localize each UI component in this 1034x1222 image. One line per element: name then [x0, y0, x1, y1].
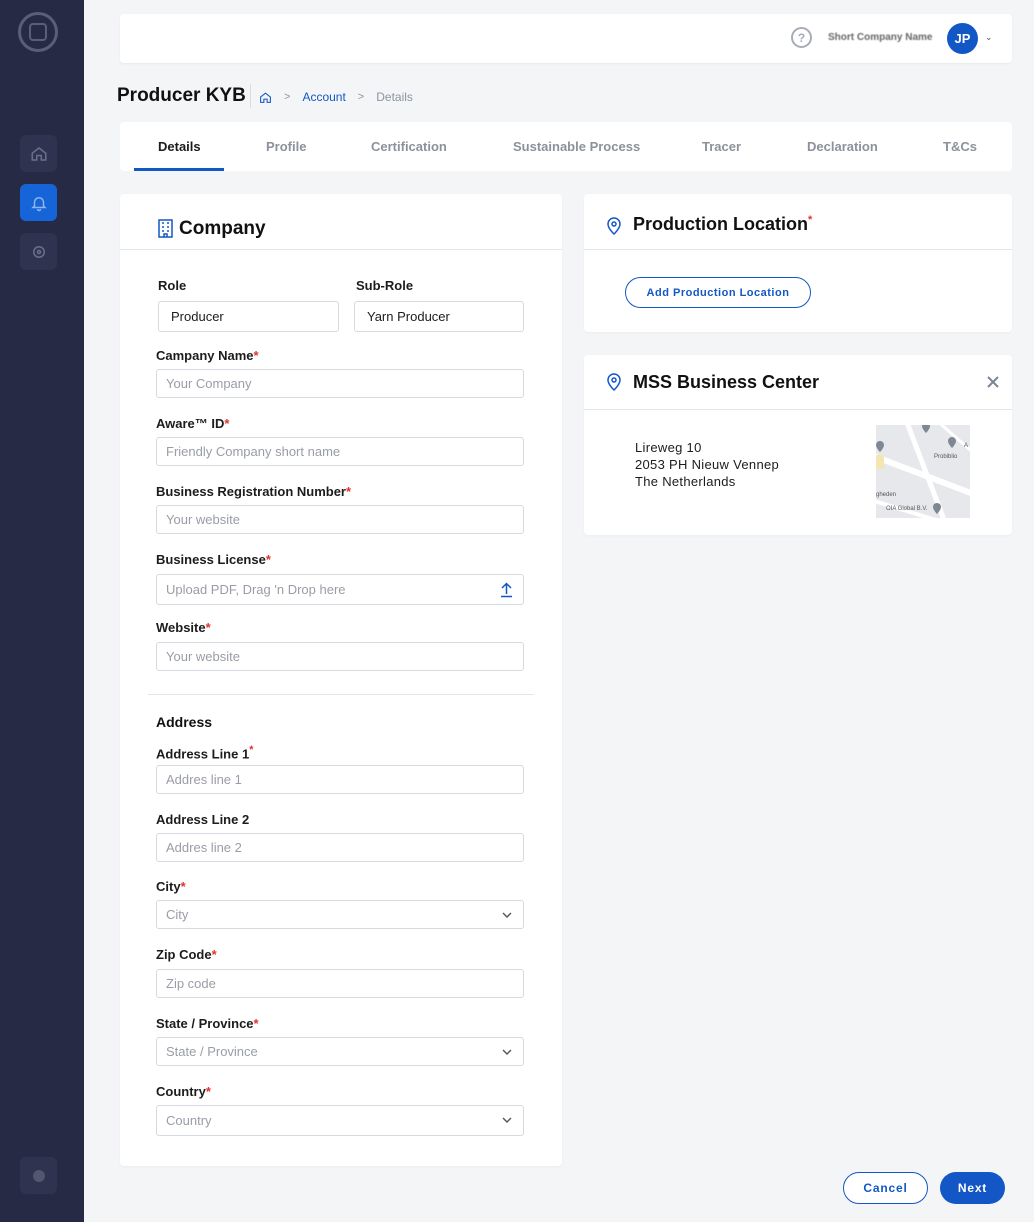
- chevron-down-icon: [502, 1117, 512, 1123]
- top-bar: ? Short Company Name JP ⌄: [120, 14, 1012, 63]
- breadcrumb-account[interactable]: Account: [302, 90, 345, 104]
- license-placeholder: Upload PDF, Drag 'n Drop here: [166, 582, 346, 597]
- home-icon[interactable]: [259, 91, 272, 104]
- zip-field[interactable]: Zip code: [156, 969, 524, 998]
- brn-field[interactable]: Your website: [156, 505, 524, 534]
- tab-profile[interactable]: Profile: [266, 139, 306, 154]
- brn-label: Business Registration Number*: [156, 484, 352, 499]
- divider: [120, 249, 562, 250]
- license-label: Business License*: [156, 552, 271, 567]
- website-label: Website*: [156, 620, 211, 635]
- state-select[interactable]: State / Province: [156, 1037, 524, 1066]
- subrole-label: Sub-Role: [356, 278, 414, 293]
- divider: [250, 84, 251, 108]
- page-title: Producer KYB: [117, 85, 246, 106]
- country-label: Country*: [156, 1084, 211, 1099]
- help-circle-icon[interactable]: ?: [791, 27, 812, 48]
- address-line: The Netherlands: [635, 474, 736, 489]
- license-upload-field[interactable]: Upload PDF, Drag 'n Drop here: [156, 574, 524, 605]
- zip-label: Zip Code*: [156, 947, 217, 962]
- subrole-field[interactable]: Yarn Producer: [354, 301, 524, 332]
- cancel-button[interactable]: Cancel: [843, 1172, 928, 1204]
- address-line1-label: Address Line 1*: [156, 744, 254, 762]
- location-title: MSS Business Center: [633, 372, 820, 392]
- map-label: A: [964, 443, 969, 449]
- aware-id-field[interactable]: Friendly Company short name: [156, 437, 524, 466]
- tab-details[interactable]: Details: [158, 139, 201, 154]
- tab-tracer[interactable]: Tracer: [702, 139, 741, 154]
- company-name[interactable]: Short Company Name: [828, 32, 932, 43]
- chevron-down-icon: [502, 1049, 512, 1055]
- map-roads: [876, 425, 970, 518]
- sidebar-bell-icon[interactable]: [20, 184, 57, 221]
- company-name-label: Campany Name*: [156, 348, 259, 363]
- breadcrumb-chevron-icon: >: [284, 91, 291, 103]
- production-location-title: Production Location*: [633, 214, 813, 234]
- city-label: City*: [156, 879, 186, 894]
- map-label: OIA Global B.V.: [886, 506, 928, 512]
- company-card: Company Role Producer Sub-Role Yarn Prod…: [120, 194, 562, 1166]
- divider: [584, 249, 1012, 250]
- chevron-down-icon: [502, 912, 512, 918]
- website-field[interactable]: Your website: [156, 642, 524, 671]
- map-label: Probiblio: [934, 454, 958, 460]
- sidebar-bottom-gear-icon[interactable]: [20, 1157, 57, 1194]
- address-title: Address: [156, 714, 213, 730]
- address-line: Lireweg 10: [635, 440, 702, 455]
- location-card: MSS Business Center Lireweg 10 2053 PH N…: [584, 355, 1012, 535]
- tab-sustainable-process[interactable]: Sustainable Process: [513, 139, 640, 154]
- state-placeholder: State / Province: [166, 1044, 258, 1059]
- address-line2-field[interactable]: Addres line 2: [156, 833, 524, 862]
- company-name-field[interactable]: Your Company: [156, 369, 524, 398]
- tab-tcs[interactable]: T&Cs: [943, 139, 977, 154]
- address-line2-label: Address Line 2: [156, 812, 250, 827]
- sidebar-home-icon[interactable]: [20, 135, 57, 172]
- role-field[interactable]: Producer: [158, 301, 339, 332]
- state-label: State / Province*: [156, 1016, 259, 1031]
- map-pin-icon: [607, 217, 621, 235]
- next-button[interactable]: Next: [940, 1172, 1005, 1204]
- breadcrumb: > Account > Details: [259, 90, 413, 104]
- upload-icon[interactable]: [499, 582, 514, 598]
- avatar[interactable]: JP: [947, 23, 978, 54]
- city-select[interactable]: City: [156, 900, 524, 929]
- city-placeholder: City: [166, 907, 189, 922]
- divider: [148, 694, 534, 695]
- country-placeholder: Country: [166, 1113, 212, 1128]
- sidebar-settings-icon[interactable]: [20, 233, 57, 270]
- breadcrumb-current: Details: [376, 90, 413, 104]
- active-tab-indicator: [134, 168, 224, 171]
- close-icon[interactable]: [986, 375, 1000, 389]
- production-location-card: Production Location* Add Production Loca…: [584, 194, 1012, 332]
- add-production-location-button[interactable]: Add Production Location: [625, 277, 811, 308]
- tab-declaration[interactable]: Declaration: [807, 139, 878, 154]
- country-select[interactable]: Country: [156, 1105, 524, 1136]
- breadcrumb-chevron-icon: >: [357, 91, 365, 103]
- map-thumbnail[interactable]: Probiblio OIA Global B.V. gheden A: [876, 425, 970, 518]
- divider: [584, 409, 1012, 410]
- chevron-down-icon[interactable]: ⌄: [985, 32, 993, 43]
- map-label: gheden: [876, 492, 897, 498]
- sidebar: [0, 0, 84, 1222]
- map-pin-icon: [607, 373, 621, 391]
- tab-certification[interactable]: Certification: [371, 139, 447, 154]
- address-line: 2053 PH Nieuw Vennep: [635, 457, 780, 472]
- app-logo-icon[interactable]: [18, 12, 58, 52]
- building-icon: [158, 219, 173, 238]
- role-label: Role: [158, 278, 187, 293]
- address-line1-field[interactable]: Addres line 1: [156, 765, 524, 794]
- company-title: Company: [179, 218, 266, 239]
- aware-id-label: Aware™ ID*: [156, 416, 230, 431]
- tab-bar: Details Profile Certification Sustainabl…: [120, 122, 1012, 171]
